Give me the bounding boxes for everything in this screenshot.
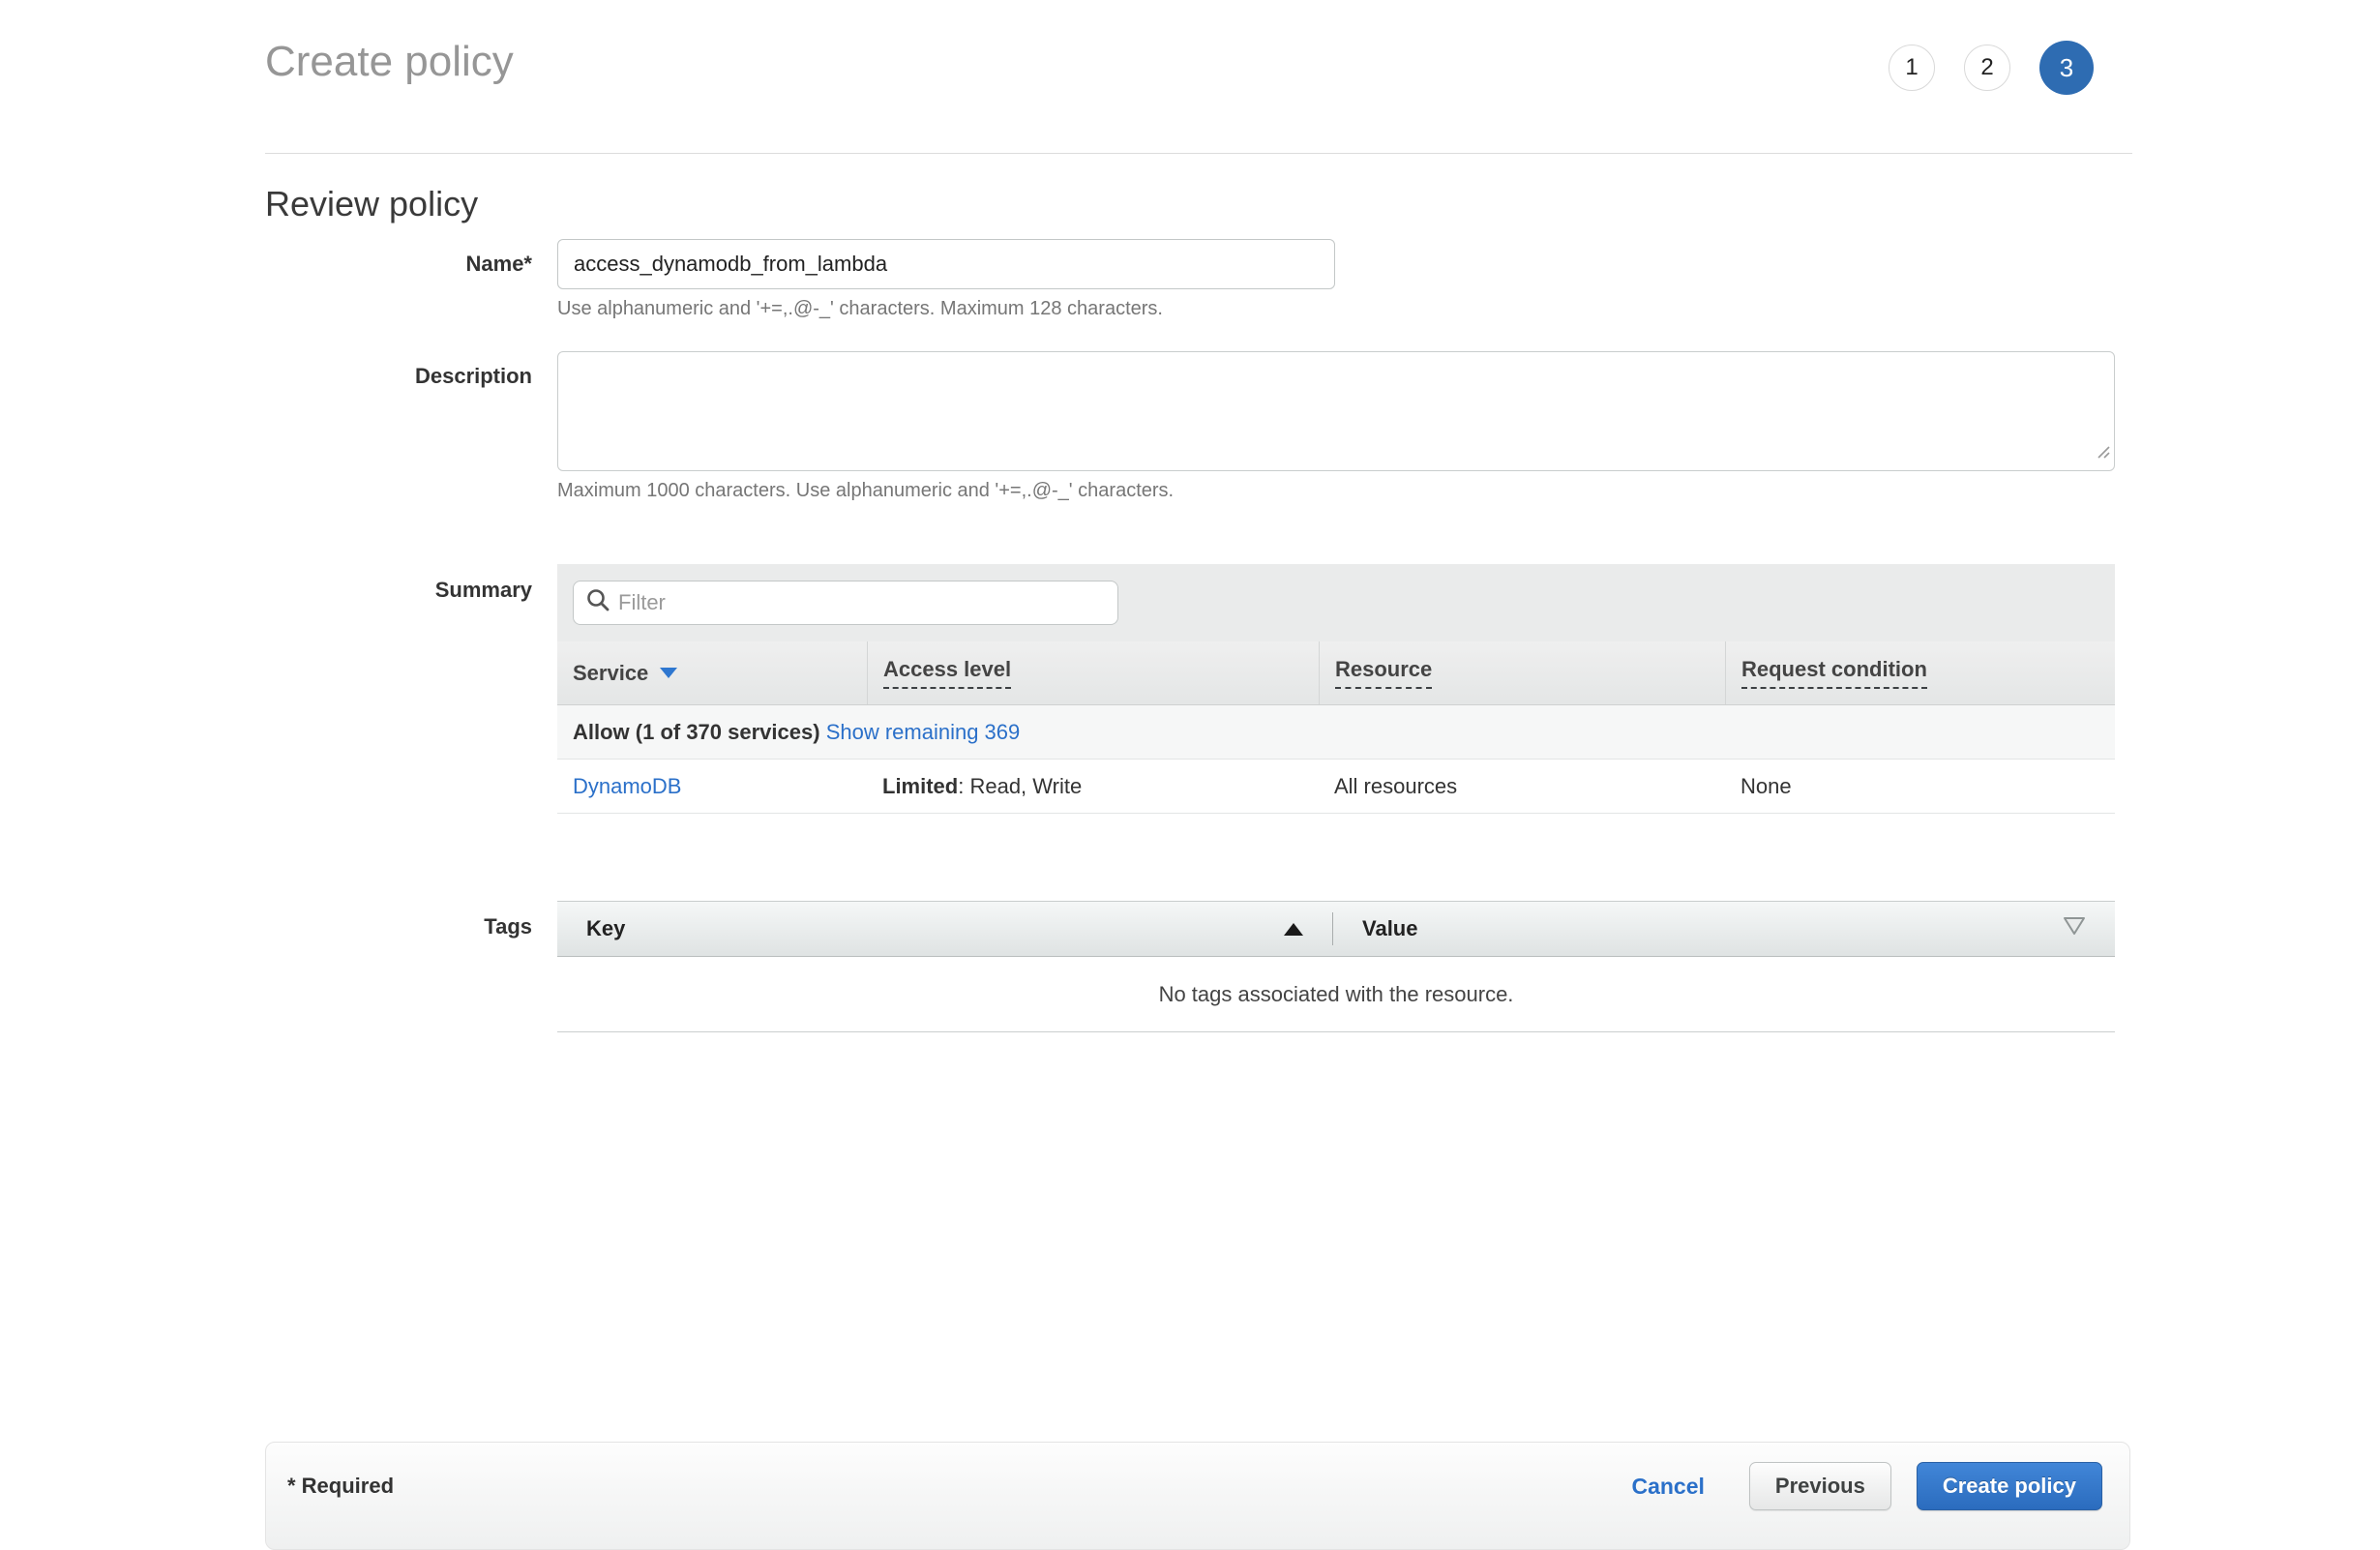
summary-table-header: Service Access level Resource Request co…	[557, 641, 2115, 705]
page-title: Create policy	[265, 37, 514, 87]
resource-cell: All resources	[1319, 774, 1725, 799]
section-title: Review policy	[265, 183, 2132, 225]
summary-filter-box[interactable]	[573, 581, 1118, 625]
access-level-prefix: Limited	[882, 774, 958, 798]
step-3-circle-active: 3	[2039, 41, 2094, 95]
summary-section: Summary Serv	[265, 564, 2132, 814]
create-policy-wizard: Create policy 1 2 3 Review policy Name* …	[265, 0, 2132, 1032]
required-note: * Required	[287, 1462, 394, 1510]
name-label: Name*	[265, 239, 532, 320]
column-header-request-condition[interactable]: Request condition	[1725, 641, 2115, 704]
name-row: Name* Use alphanumeric and '+=,.@-_' cha…	[265, 239, 2132, 320]
column-header-service[interactable]: Service	[557, 641, 867, 704]
step-1-circle[interactable]: 1	[1889, 45, 1935, 91]
name-help-text: Use alphanumeric and '+=,.@-_' character…	[557, 297, 2132, 320]
tags-table: Key Value No tags associated with the re…	[557, 901, 2115, 1032]
summary-panel: Service Access level Resource Request co…	[557, 564, 2115, 814]
table-row: DynamoDB Limited: Read, Write All resour…	[557, 760, 2115, 814]
summary-filter-input[interactable]	[618, 590, 1106, 615]
service-header-label: Service	[573, 661, 648, 686]
access-level-rest: : Read, Write	[958, 774, 1082, 798]
value-header-label: Value	[1362, 916, 1417, 941]
description-label: Description	[265, 351, 532, 502]
tags-key-column-header[interactable]: Key	[557, 902, 1332, 956]
tags-table-header: Key Value	[557, 901, 2115, 957]
tags-section: Tags Key Value	[265, 901, 2132, 1032]
column-header-resource[interactable]: Resource	[1319, 641, 1725, 704]
step-indicator: 1 2 3	[1859, 41, 2094, 95]
column-header-access-level[interactable]: Access level	[867, 641, 1319, 704]
sort-down-outline-icon[interactable]	[2063, 916, 2086, 941]
allow-group-text: Allow (1 of 370 services)	[573, 720, 820, 744]
sort-asc-icon[interactable]	[1284, 923, 1303, 936]
allow-group-row: Allow (1 of 370 services) Show remaining…	[557, 705, 2115, 760]
cancel-link[interactable]: Cancel	[1631, 1474, 1704, 1500]
service-dynamodb-link[interactable]: DynamoDB	[573, 774, 681, 798]
resource-header-label: Resource	[1335, 657, 1432, 689]
key-header-label: Key	[586, 916, 625, 941]
tags-label: Tags	[265, 901, 532, 1032]
policy-description-textarea[interactable]	[557, 351, 2115, 471]
show-remaining-link[interactable]: Show remaining 369	[826, 720, 1021, 744]
wizard-action-bar: * Required Cancel Previous Create policy	[265, 1442, 2130, 1550]
summary-label: Summary	[265, 564, 532, 814]
wizard-header: Create policy 1 2 3	[265, 0, 2132, 95]
create-policy-button[interactable]: Create policy	[1917, 1462, 2102, 1510]
summary-filter-band	[557, 564, 2115, 641]
access-level-cell: Limited: Read, Write	[867, 774, 1319, 799]
policy-name-input[interactable]	[557, 239, 1335, 289]
previous-button[interactable]: Previous	[1749, 1462, 1891, 1510]
sort-desc-icon	[660, 668, 677, 678]
footer-actions: Cancel Previous Create policy	[1631, 1462, 2102, 1510]
access-level-header-label: Access level	[883, 657, 1011, 689]
tags-empty-state: No tags associated with the resource.	[557, 957, 2115, 1032]
tags-value-column-header[interactable]: Value	[1333, 902, 2115, 956]
step-2-circle[interactable]: 2	[1964, 45, 2010, 91]
textarea-resize-handle-icon[interactable]	[2095, 439, 2110, 464]
description-help-text: Maximum 1000 characters. Use alphanumeri…	[557, 479, 2132, 502]
description-row: Description Maximum 1000 characters. Use…	[265, 351, 2132, 502]
request-condition-cell: None	[1725, 774, 2115, 799]
request-condition-header-label: Request condition	[1741, 657, 1927, 689]
search-icon	[585, 587, 610, 618]
header-divider	[265, 153, 2132, 154]
